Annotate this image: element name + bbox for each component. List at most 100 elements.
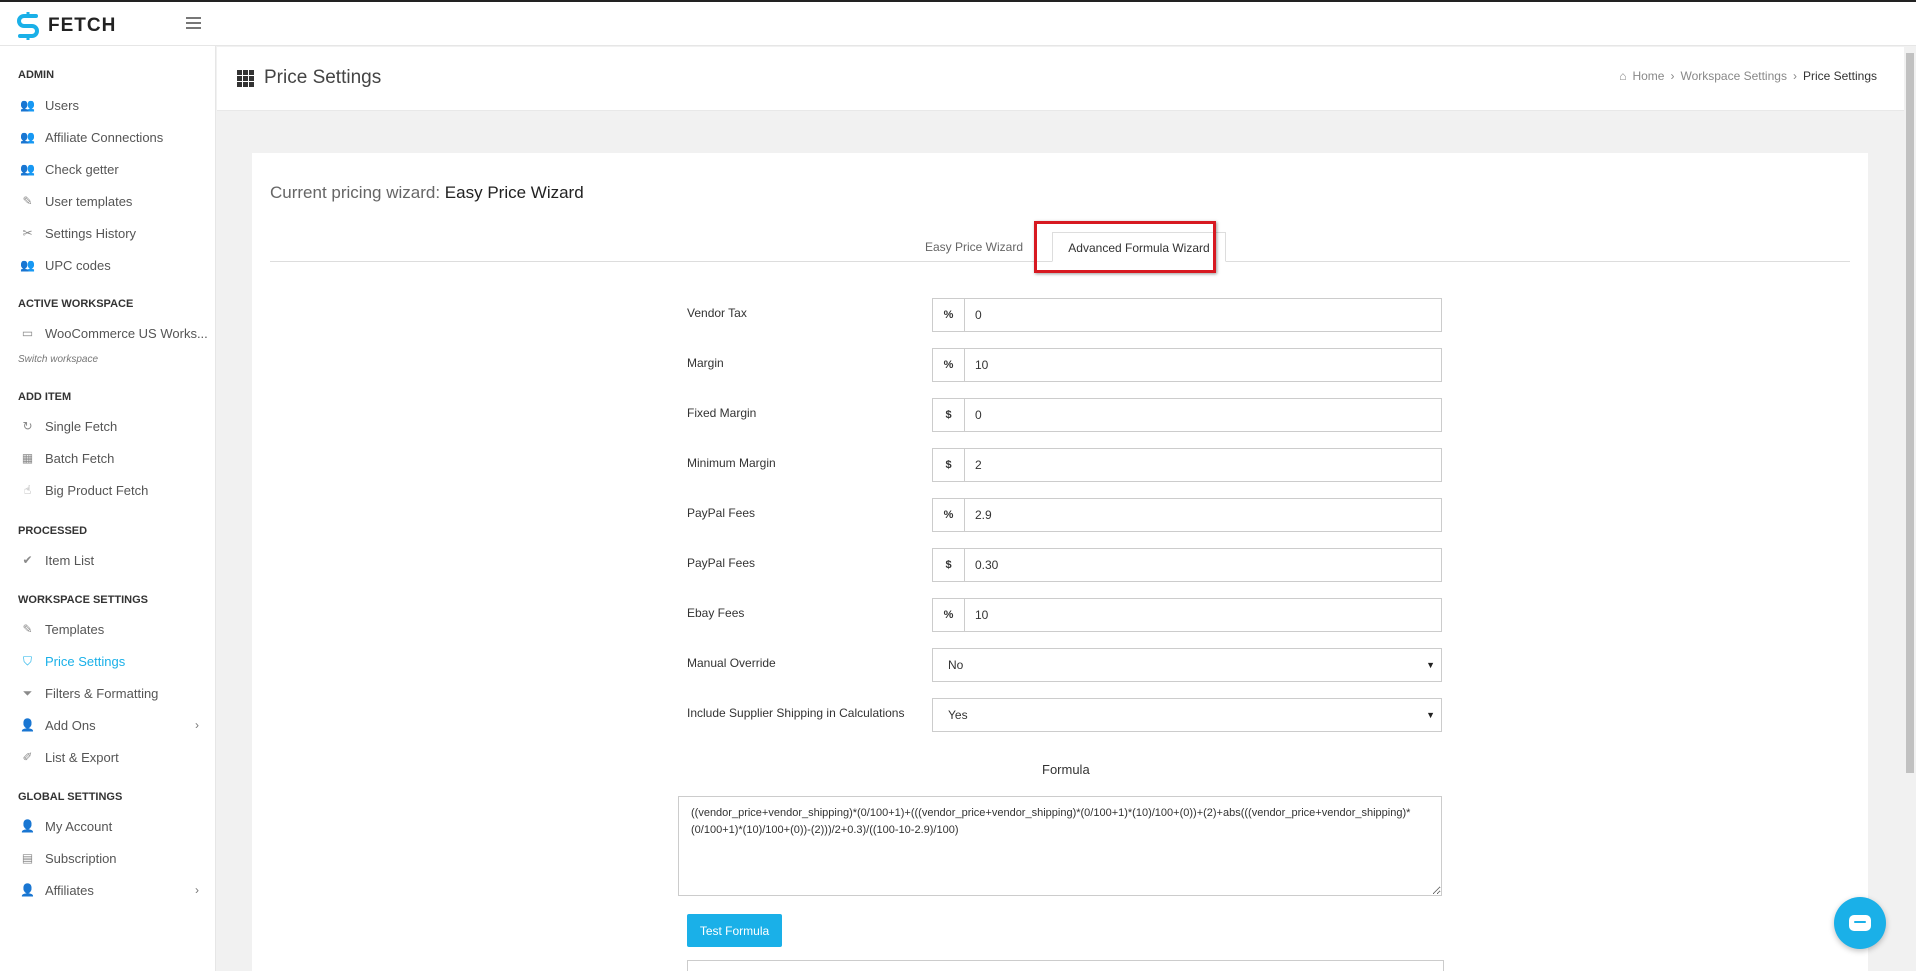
- vendor-tax-input[interactable]: [965, 299, 1441, 331]
- sidebar-section-workspace-settings: WORKSPACE SETTINGS: [18, 594, 148, 606]
- chat-icon: [1849, 915, 1871, 931]
- sidebar-item-single-fetch[interactable]: ↻ Single Fetch: [0, 410, 215, 442]
- minimum-margin-input[interactable]: [965, 449, 1441, 481]
- breadcrumb-home[interactable]: Home: [1632, 69, 1664, 83]
- current-wizard-prefix: Current pricing wizard:: [270, 183, 441, 202]
- user-plus-icon: 👤: [20, 718, 35, 732]
- sidebar-item-user-templates[interactable]: ✎ User templates: [0, 185, 215, 217]
- breadcrumb-separator-icon: ›: [1670, 69, 1675, 83]
- sidebar-item-label: UPC codes: [45, 257, 111, 273]
- sidebar-item-check-getter[interactable]: 👥 Check getter: [0, 153, 215, 185]
- field-label: Margin: [687, 356, 724, 370]
- field-row-paypal-fees-fixed: PayPal Fees $: [687, 548, 1453, 582]
- paypal-fees-fixed-field: $: [932, 548, 1442, 582]
- sidebar-item-label: Add Ons: [45, 717, 96, 733]
- sidebar-item-filters-formatting[interactable]: ⏷ Filters & Formatting: [0, 677, 215, 709]
- margin-input[interactable]: [965, 349, 1441, 381]
- page-title-text: Price Settings: [264, 67, 382, 88]
- fixed-margin-field: $: [932, 398, 1442, 432]
- sidebar-item-batch-fetch[interactable]: ▦ Batch Fetch: [0, 442, 215, 474]
- sidebar-item-list-export[interactable]: ✐ List & Export: [0, 741, 215, 773]
- select-value: No: [948, 658, 964, 672]
- field-label: Minimum Margin: [687, 456, 776, 470]
- sidebar-item-settings-history[interactable]: ✂ Settings History: [0, 217, 215, 249]
- fixed-margin-input[interactable]: [965, 399, 1441, 431]
- sidebar-section-global-settings: GLOBAL SETTINGS: [18, 791, 123, 803]
- chat-button[interactable]: [1834, 897, 1886, 949]
- sidebar-item-item-list[interactable]: ✔ Item List: [0, 544, 215, 576]
- brand-name: FETCH: [48, 15, 117, 36]
- sidebar-item-big-product-fetch[interactable]: ☝ Big Product Fetch: [0, 474, 215, 506]
- fetch-logo-icon: [17, 12, 39, 40]
- page-title: Price Settings: [237, 67, 381, 89]
- sidebar-item-upc-codes[interactable]: 👥 UPC codes: [0, 249, 215, 281]
- field-row-margin: Margin %: [687, 348, 1453, 382]
- wand-icon: ✐: [22, 750, 33, 764]
- sidebar-item-templates[interactable]: ✎ Templates: [0, 613, 215, 645]
- margin-field: %: [932, 348, 1442, 382]
- receipt-icon: ▤: [21, 851, 34, 865]
- sidebar-item-users[interactable]: 👥 Users: [0, 89, 215, 121]
- sidebar-item-label: List & Export: [45, 749, 119, 765]
- users-icon: 👥: [20, 162, 35, 176]
- percent-addon: %: [933, 499, 965, 531]
- user-icon: 👤: [20, 819, 35, 833]
- field-label: PayPal Fees: [687, 556, 756, 570]
- menu-toggle-icon[interactable]: [186, 17, 201, 29]
- sidebar-item-affiliate-connections[interactable]: 👥 Affiliate Connections: [0, 121, 215, 153]
- price-settings-card: Current pricing wizard: Easy Price Wizar…: [252, 153, 1868, 971]
- sidebar-section-add-item: ADD ITEM: [18, 391, 72, 403]
- ebay-fees-input[interactable]: [965, 599, 1441, 631]
- field-row-paypal-fees-percent: PayPal Fees %: [687, 498, 1453, 532]
- minimum-margin-field: $: [932, 448, 1442, 482]
- dollar-addon: $: [933, 399, 965, 431]
- field-label: Ebay Fees: [687, 606, 745, 620]
- sidebar-item-subscription[interactable]: ▤ Subscription: [0, 842, 215, 874]
- sidebar-item-label: Batch Fetch: [45, 450, 115, 466]
- field-row-manual-override: Manual Override No ▼: [687, 648, 1453, 682]
- wrench-icon: ✂: [22, 226, 33, 240]
- brand-logo[interactable]: FETCH: [16, 12, 116, 40]
- breadcrumb-workspace-settings[interactable]: Workspace Settings: [1680, 69, 1787, 83]
- sidebar-item-label: Single Fetch: [45, 418, 118, 434]
- field-row-fixed-margin: Fixed Margin $: [687, 398, 1453, 432]
- hand-icon: ☝: [23, 483, 32, 497]
- sidebar-item-current-workspace[interactable]: ▭ WooCommerce US Works...: [0, 317, 215, 349]
- tag-icon: ⛉: [22, 653, 32, 668]
- current-wizard-heading: Current pricing wizard: Easy Price Wizar…: [270, 183, 584, 203]
- field-label: Vendor Tax: [687, 306, 747, 320]
- sidebar-item-my-account[interactable]: 👤 My Account: [0, 810, 215, 842]
- sidebar-item-price-settings[interactable]: ⛉ Price Settings: [0, 645, 215, 677]
- sidebar-item-add-ons[interactable]: 👤 Add Ons ›: [0, 709, 215, 741]
- paypal-fees-percent-input[interactable]: [965, 499, 1441, 531]
- field-label: Fixed Margin: [687, 406, 757, 420]
- scrollbar-thumb[interactable]: [1906, 53, 1914, 773]
- monitor-icon: ▭: [21, 326, 34, 340]
- caret-down-icon: ▼: [1426, 660, 1435, 670]
- switch-workspace-link[interactable]: Switch workspace: [0, 349, 215, 371]
- page-header: Price Settings ⌂ Home › Workspace Settin…: [217, 47, 1904, 111]
- sidebar-item-label: Filters & Formatting: [45, 685, 159, 701]
- grid-icon: [237, 69, 254, 87]
- tab-easy-price-wizard[interactable]: Easy Price Wizard: [912, 232, 1036, 262]
- sidebar-item-label: My Account: [45, 818, 113, 834]
- include-supplier-shipping-select[interactable]: Yes ▼: [932, 698, 1442, 732]
- tab-advanced-formula-wizard[interactable]: Advanced Formula Wizard: [1052, 232, 1226, 262]
- filter-icon: ⏷: [22, 685, 33, 700]
- breadcrumb-current: Price Settings: [1802, 69, 1877, 83]
- page-scrollbar[interactable]: [1904, 47, 1916, 971]
- paypal-fees-fixed-input[interactable]: [965, 549, 1441, 581]
- dollar-addon: $: [933, 449, 965, 481]
- breadcrumb: ⌂ Home › Workspace Settings › Price Sett…: [1619, 69, 1877, 83]
- sidebar-item-affiliates[interactable]: 👤 Affiliates ›: [0, 874, 215, 906]
- formula-textarea[interactable]: ((vendor_price+vendor_shipping)*(0/100+1…: [678, 796, 1442, 896]
- checklist-icon: ✔: [22, 553, 33, 567]
- brush-icon: ✎: [22, 622, 33, 636]
- formula-result-box: [687, 960, 1444, 971]
- formula-label: Formula: [1042, 762, 1090, 777]
- field-row-minimum-margin: Minimum Margin $: [687, 448, 1453, 482]
- chevron-right-icon: ›: [195, 718, 199, 732]
- users-icon: 👥: [20, 130, 35, 144]
- manual-override-select[interactable]: No ▼: [932, 648, 1442, 682]
- test-formula-button[interactable]: Test Formula: [687, 914, 782, 947]
